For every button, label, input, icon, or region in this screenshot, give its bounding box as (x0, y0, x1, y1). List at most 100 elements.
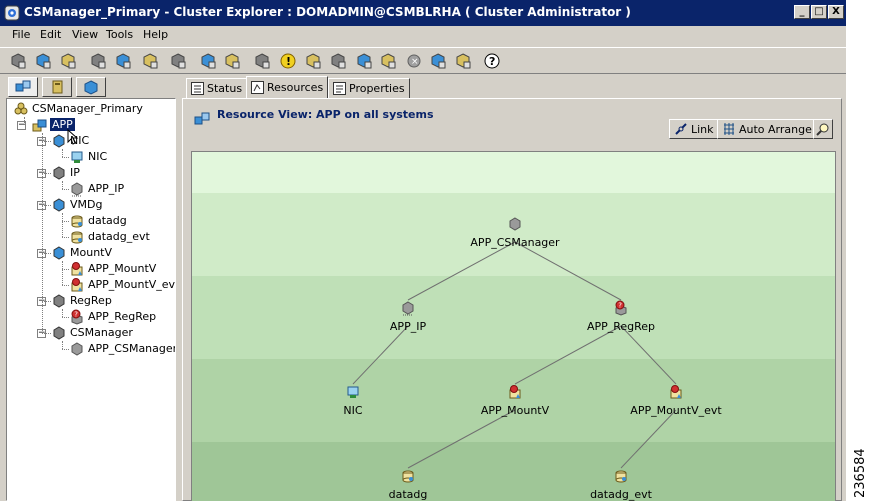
menu-edit[interactable]: Edit (40, 28, 61, 41)
import-resource-button[interactable] (168, 51, 188, 71)
graph-node-datadg[interactable]: datadg (389, 470, 428, 501)
tree-item-label: CSManager_Primary (32, 102, 143, 115)
tree-connector (42, 173, 51, 174)
show-template-view-button[interactable] (328, 51, 348, 71)
service-group-icon (15, 80, 31, 92)
graph-node-datadg-evt[interactable]: datadg_evt (590, 470, 653, 501)
remote-group-icon (381, 53, 396, 69)
tab-resources-label: Resources (267, 81, 324, 94)
online-group-icon (11, 53, 26, 69)
graph-node-app-ip[interactable]: APP_IP (390, 301, 427, 333)
svg-text:?: ? (489, 55, 495, 68)
dependency-link[interactable] (514, 325, 622, 385)
mountv-resource-icon (670, 385, 682, 399)
resource-graph-canvas[interactable]: APP_CSManager APP_IP ? APP_RegRep NIC APP_Mou… (191, 151, 836, 501)
switch-group-button[interactable] (58, 51, 78, 71)
systems-tab[interactable] (42, 77, 72, 97)
tree-item-label: APP_MountV (88, 262, 157, 275)
tree-item-label: APP_IP (88, 182, 125, 195)
tab-properties[interactable]: Properties (328, 78, 410, 98)
tree-item-label: NIC (88, 150, 108, 163)
resource-type-icon (84, 80, 98, 95)
regrep-resource-icon: ? (615, 300, 627, 316)
tree-connector (62, 285, 69, 286)
tree-connector (42, 205, 51, 206)
menu-tools[interactable]: Tools (106, 28, 133, 41)
search-button[interactable] (428, 51, 448, 71)
graph-node-nic[interactable]: NIC (343, 386, 363, 417)
link-button[interactable]: Link (669, 119, 719, 139)
config-wizard-button[interactable] (354, 51, 374, 71)
tree-item-label: MountV (70, 246, 113, 259)
dependency-link[interactable] (352, 325, 409, 385)
vmdg-resource-icon (71, 215, 83, 228)
configuration-tree: CSManager_Primary − APP − NIC NIC − IP APP_IP − VM… (6, 98, 176, 501)
graph-node-app-csmanager[interactable]: APP_CSManager (470, 217, 560, 249)
query-button[interactable]: ! (278, 51, 298, 71)
tab-resources[interactable]: Resources (246, 76, 329, 98)
minimize-button[interactable]: _ (794, 5, 810, 19)
virtual-fire-drill-button[interactable] (252, 51, 272, 71)
resources-icon (251, 81, 264, 94)
auto-arrange-button-label: Auto Arrange (739, 122, 812, 136)
menu-view[interactable]: View (72, 28, 98, 41)
dependency-link[interactable] (620, 409, 677, 469)
menu-file[interactable]: File (12, 28, 30, 41)
title-bar[interactable]: CSManager_Primary - Cluster Explorer : D… (0, 0, 846, 26)
close-button[interactable]: X (828, 5, 844, 19)
add-resource-button[interactable] (113, 51, 133, 71)
tree-connector (62, 189, 69, 190)
graph-node-app-mountv-evt[interactable]: APP_MountV_evt (630, 385, 722, 418)
svg-text:×: × (411, 57, 419, 67)
tree-item-label: VMDg (70, 198, 103, 211)
offline-group-button[interactable] (33, 51, 53, 71)
graph-node-app-mountv[interactable]: APP_MountV (481, 385, 550, 418)
auto-arrange-button[interactable]: Auto Arrange (717, 119, 817, 139)
svg-text:!: ! (286, 55, 291, 68)
dependency-link[interactable] (514, 241, 622, 301)
add-resource-icon (116, 53, 131, 69)
vmdg-resource-icon (71, 231, 83, 244)
configure-vcs-button[interactable] (198, 51, 218, 71)
ip-resource-icon (402, 301, 414, 316)
help-button[interactable]: ? (482, 51, 502, 71)
figure-code-text: 236584 (853, 448, 868, 498)
tree-connector (62, 261, 63, 285)
view-tabs: Status Resources Properties (180, 76, 844, 98)
cluster-explorer-window: CSManager_Primary - Cluster Explorer : D… (0, 0, 846, 501)
add-service-group-button[interactable] (88, 51, 108, 71)
status-icon (191, 82, 204, 95)
types-tab[interactable] (76, 77, 106, 97)
tree-view-tabs (6, 76, 176, 98)
tree-connector (24, 117, 25, 125)
mountv-resource-icon (509, 385, 521, 399)
service-groups-tab[interactable] (8, 77, 38, 97)
link-resource-button[interactable] (140, 51, 160, 71)
logs-button[interactable]: × (404, 51, 424, 71)
dependency-link[interactable] (407, 241, 516, 301)
tree-connector (62, 157, 69, 158)
dependency-link[interactable] (620, 325, 677, 385)
tab-status[interactable]: Status (186, 78, 248, 98)
zoom-button[interactable] (813, 119, 833, 139)
tree-connector (42, 253, 51, 254)
properties-icon (333, 82, 346, 95)
tree-item-label: RegRep (70, 294, 112, 307)
generic-resource-icon (71, 342, 83, 356)
online-group-button[interactable] (8, 51, 28, 71)
menu-help[interactable]: Help (143, 28, 168, 41)
query-icon: ! (280, 53, 296, 69)
remote-group-button[interactable] (378, 51, 398, 71)
toolbar: ! ×? (0, 47, 846, 74)
dependency-link[interactable] (407, 409, 516, 469)
link-button-label: Link (691, 122, 714, 136)
cluster-shell-button[interactable] (222, 51, 242, 71)
graph-node-label: APP_MountV (481, 404, 550, 417)
show-command-center-button[interactable] (303, 51, 323, 71)
refresh-button[interactable] (453, 51, 473, 71)
tree-connector (42, 141, 51, 142)
tree-item-label: NIC (70, 134, 90, 147)
tree-connector (62, 341, 63, 349)
maximize-button[interactable]: □ (811, 5, 827, 19)
graph-node-app-regrep[interactable]: ? APP_RegRep (587, 300, 655, 333)
